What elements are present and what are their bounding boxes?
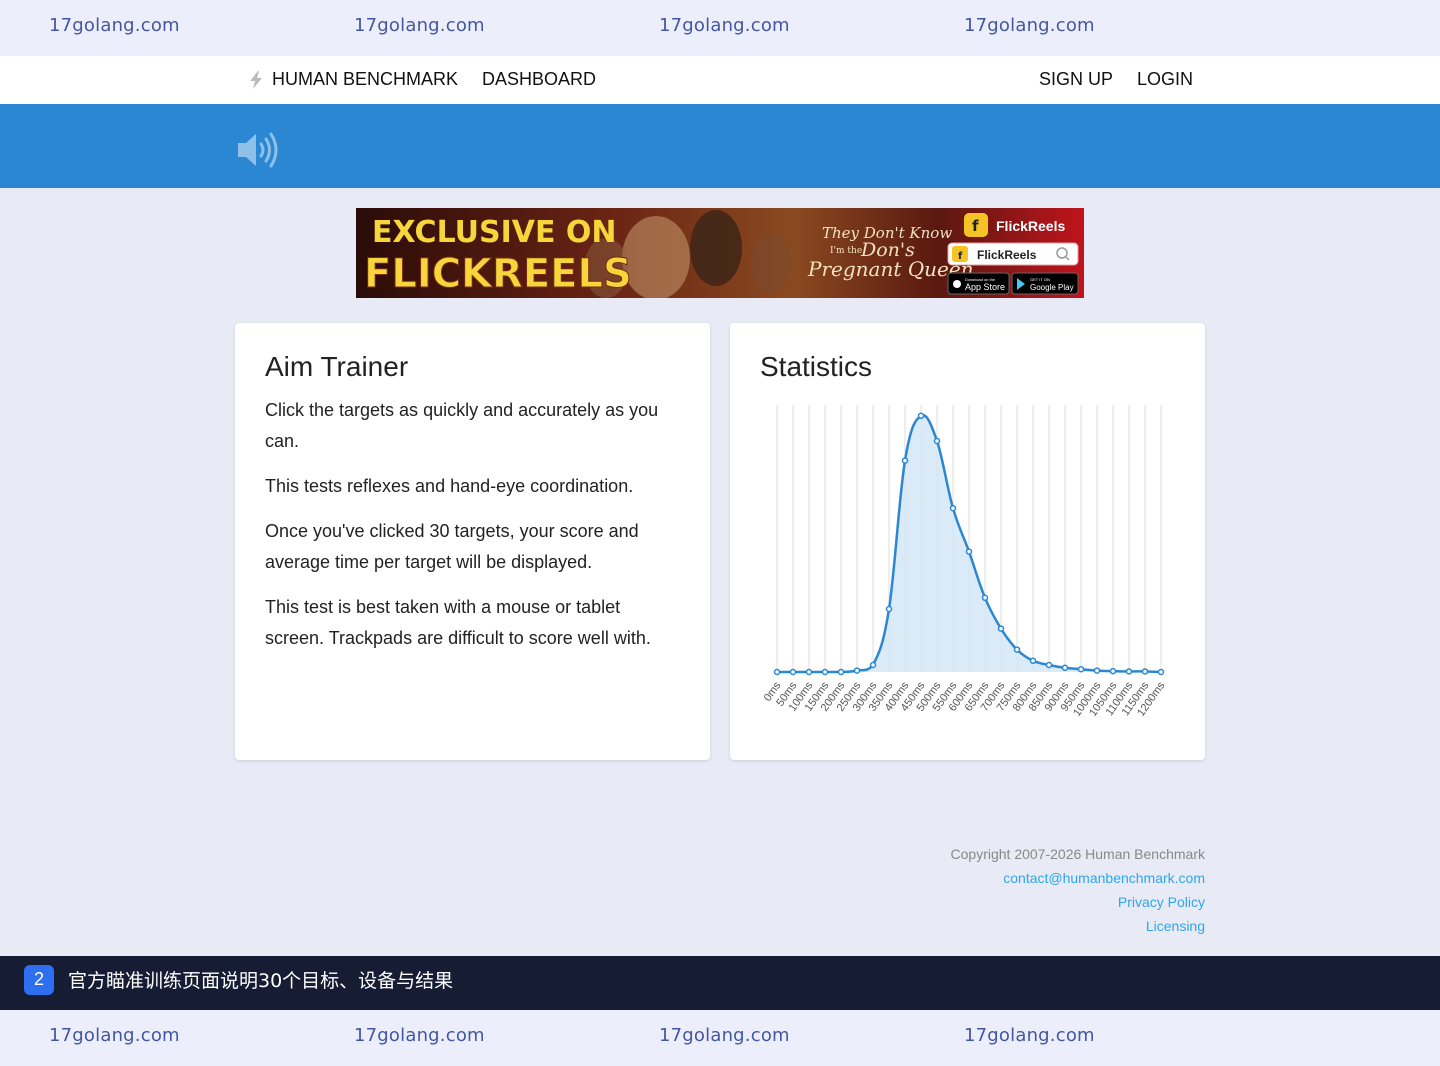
ad-search-name: FlickReels — [977, 248, 1037, 262]
privacy-policy-link[interactable]: Privacy Policy — [951, 890, 1205, 914]
data-point — [821, 668, 829, 676]
licensing-link[interactable]: Licensing — [951, 914, 1205, 938]
data-point — [997, 625, 1005, 632]
data-point — [1093, 667, 1101, 674]
ad-banner[interactable]: EXCLUSIVE ON FLICKREELS They Don't Know … — [356, 208, 1084, 298]
ad-line1: EXCLUSIVE ON — [372, 215, 617, 250]
signup-link[interactable]: SIGN UP — [1039, 69, 1113, 90]
speaker-volume-icon[interactable] — [236, 130, 282, 170]
footer: Copyright 2007-2026 Human Benchmark cont… — [951, 842, 1205, 938]
watermark-text: 17golang.com — [659, 1025, 790, 1046]
ad-app-store: App Store — [965, 282, 1005, 292]
watermark-text: 17golang.com — [354, 15, 485, 36]
watermark-text: 17golang.com — [964, 15, 1095, 36]
top-navbar: HUMAN BENCHMARK DASHBOARD SIGN UP LOGIN — [0, 56, 1440, 104]
watermark-text: 17golang.com — [49, 15, 180, 36]
data-point — [1077, 665, 1085, 673]
hero-banner — [0, 104, 1440, 188]
info-paragraph: This test is best taken with a mouse or … — [265, 597, 651, 648]
info-card: Aim Trainer Click the targets as quickly… — [235, 323, 710, 760]
data-point — [853, 667, 861, 674]
data-point — [933, 437, 941, 445]
ad-google-play-small: GET IT ON — [1030, 277, 1050, 282]
svg-text:f: f — [958, 251, 963, 262]
caption-text: 官方瞄准训练页面说明30个目标、设备与结果 — [68, 970, 454, 992]
watermark-text: 17golang.com — [354, 1025, 485, 1046]
data-point — [981, 594, 989, 602]
data-point — [1125, 668, 1133, 675]
lightning-bolt-icon — [250, 71, 262, 89]
data-point — [901, 457, 909, 464]
data-point — [837, 668, 845, 676]
copyright-text: Copyright 2007-2026 Human Benchmark — [950, 846, 1205, 862]
watermark-bar-top: 17golang.com 17golang.com 17golang.com 1… — [0, 0, 1440, 56]
data-point — [1029, 657, 1037, 665]
data-point — [1045, 661, 1053, 669]
data-point — [805, 668, 813, 676]
dashboard-link[interactable]: DASHBOARD — [482, 69, 596, 90]
data-point — [869, 661, 877, 669]
svg-text:f: f — [972, 217, 979, 235]
watermark-text: 17golang.com — [659, 15, 790, 36]
info-title: Aim Trainer — [265, 351, 409, 382]
data-point — [1013, 646, 1021, 653]
data-point — [949, 504, 957, 512]
info-paragraph: Click the targets as quickly and accurat… — [265, 400, 659, 451]
data-point — [773, 668, 781, 676]
info-paragraph: This tests reflexes and hand-eye coordin… — [265, 476, 634, 496]
contact-link[interactable]: contact@humanbenchmark.com — [951, 866, 1205, 890]
data-point — [917, 412, 925, 420]
data-point — [965, 548, 973, 555]
watermark-text: 17golang.com — [49, 1025, 180, 1046]
data-point — [885, 605, 893, 613]
ad-google-play: Google Play — [1030, 283, 1074, 292]
data-point — [789, 668, 797, 676]
data-point — [1109, 667, 1117, 675]
statistics-card: Statistics 0ms 50ms 100ms 150ms 200ms 250ms 30… — [730, 323, 1205, 760]
data-point — [1157, 668, 1165, 676]
watermark-bar-bottom: 17golang.com 17golang.com 17golang.com 1… — [0, 1010, 1440, 1066]
distribution-chart: 0ms50ms100ms150ms200ms250ms300ms350ms400… — [762, 405, 1168, 719]
login-link[interactable]: LOGIN — [1137, 69, 1193, 90]
ad-line2: FLICKREELS — [364, 251, 632, 297]
caption-badge: 2 — [24, 965, 54, 995]
info-body: Click the targets as quickly and accurat… — [265, 395, 675, 668]
data-point — [1061, 664, 1069, 672]
watermark-text: 17golang.com — [964, 1025, 1095, 1046]
brand-link[interactable]: HUMAN BENCHMARK — [272, 69, 458, 90]
ad-show-line2: I'm the — [830, 246, 862, 256]
ad-artwork: EXCLUSIVE ON FLICKREELS They Don't Know … — [356, 208, 1084, 298]
info-paragraph: Once you've clicked 30 targets, your sco… — [265, 521, 639, 572]
data-point — [1141, 668, 1149, 675]
ad-app-name: FlickReels — [996, 218, 1065, 234]
